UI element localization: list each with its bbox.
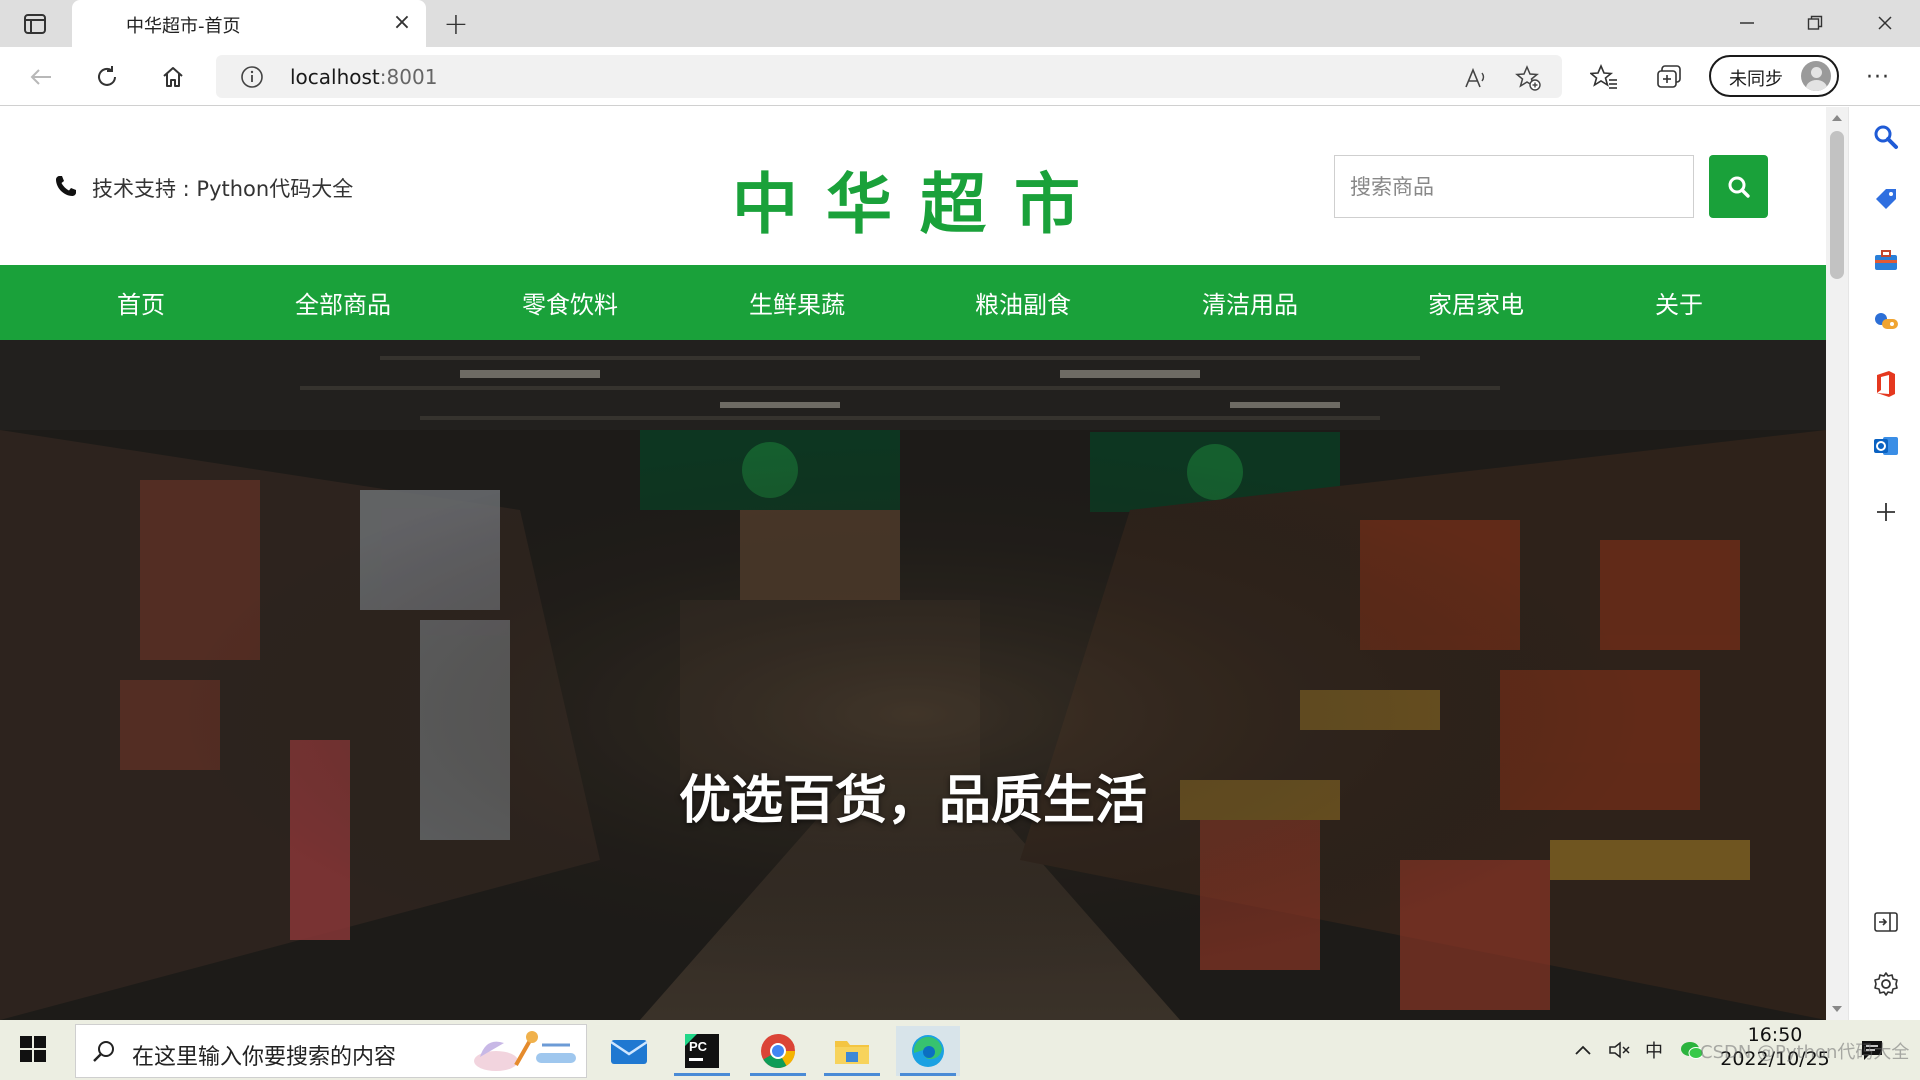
hero-banner: 优选百货，品质生活 [0,340,1826,1020]
search-highlight-illustration-icon [466,1029,581,1077]
taskbar-search-placeholder: 在这里输入你要搜索的内容 [132,1045,397,1070]
taskbar-search-box[interactable]: 在这里输入你要搜索的内容 [75,1024,587,1078]
taskbar-chrome-icon[interactable] [746,1026,810,1076]
input-method-indicator[interactable]: 中 [1642,1038,1666,1062]
minimize-window-icon[interactable] [1722,6,1772,40]
scroll-up-arrow-icon[interactable] [1832,115,1842,121]
new-tab-icon[interactable]: + [440,7,472,42]
scroll-down-arrow-icon[interactable] [1832,1006,1842,1012]
taskbar-edge-icon[interactable] [896,1026,960,1076]
scroll-thumb[interactable] [1830,131,1844,279]
games-icon[interactable] [1871,307,1901,337]
office-icon[interactable] [1871,369,1901,399]
search-button[interactable] [1709,155,1768,218]
page-viewport: 技术支持 : Python代码大全 中华超市 首页 全部商品 零食饮料 生鲜果蔬… [0,107,1826,1020]
sync-status-label: 未同步 [1729,69,1783,90]
product-search-input[interactable] [1335,156,1693,217]
phone-icon [54,174,78,202]
address-bar[interactable]: localhost:8001 [216,55,1562,98]
site-header: 技术支持 : Python代码大全 中华超市 [0,107,1826,265]
running-indicator [824,1073,880,1076]
nav-item-snacks-drinks[interactable]: 零食饮料 [522,285,618,320]
add-sidebar-app-icon[interactable] [1871,497,1901,527]
hero-caption: 优选百货，品质生活 [678,771,1147,831]
nav-item-home-appliances[interactable]: 家居家电 [1428,285,1524,320]
windows-start-icon[interactable] [20,1036,48,1064]
home-icon[interactable] [156,60,190,94]
nav-item-all-products[interactable]: 全部商品 [295,285,391,320]
browser-tab-active[interactable]: 中华超市-首页 × [72,0,426,47]
tools-briefcase-icon[interactable] [1871,245,1901,275]
hide-sidebar-icon[interactable] [1871,907,1901,937]
site-info-icon[interactable] [240,65,264,89]
support-text: 技术支持 : Python代码大全 [92,177,354,201]
windows-taskbar: 在这里输入你要搜索的内容 PC 中 16:50 2022/10/25 [0,1020,1920,1080]
taskbar-pycharm-icon[interactable]: PC [670,1026,734,1076]
nav-item-cleaning[interactable]: 清洁用品 [1202,285,1298,320]
taskbar-file-explorer-icon[interactable] [820,1026,884,1076]
svg-text:PC: PC [689,1039,708,1054]
add-favorite-icon[interactable] [1514,64,1542,92]
refresh-icon[interactable] [90,60,124,94]
url-port: :8001 [379,65,438,89]
tray-overflow-chevron-icon[interactable] [1571,1038,1595,1062]
main-navigation: 首页 全部商品 零食饮料 生鲜果蔬 粮油副食 清洁用品 家居家电 关于 [0,265,1826,340]
read-aloud-icon[interactable] [1462,64,1490,92]
taskbar-search-icon [92,1039,116,1067]
back-icon[interactable] [24,60,58,94]
collections-icon[interactable] [1654,61,1686,93]
product-search-box [1334,155,1694,218]
more-menu-icon[interactable]: ··· [1862,61,1894,93]
avatar [1801,61,1831,91]
browser-tab-strip: 中华超市-首页 × + [0,0,1920,47]
sidebar-search-icon[interactable] [1871,122,1901,152]
running-indicator [750,1073,806,1076]
nav-item-fresh-produce[interactable]: 生鲜果蔬 [749,285,845,320]
restore-window-icon[interactable] [1790,6,1840,40]
tab-title: 中华超市-首页 [126,16,241,37]
site-logo-title[interactable]: 中华超市 [732,151,1108,247]
url-host: localhost [290,65,380,89]
support-info: 技术支持 : Python代码大全 [54,173,353,203]
shopping-tag-icon[interactable] [1871,184,1901,214]
nav-item-about[interactable]: 关于 [1655,285,1703,320]
profile-button[interactable]: 未同步 [1709,55,1839,97]
close-tab-icon[interactable]: × [392,10,412,35]
running-indicator [900,1073,956,1076]
outlook-icon[interactable] [1871,431,1901,461]
tab-actions-icon[interactable] [20,10,50,38]
volume-muted-icon[interactable] [1608,1038,1632,1062]
browser-sidebar [1848,107,1920,1020]
close-window-icon[interactable] [1860,6,1910,40]
favorites-icon[interactable] [1588,61,1620,93]
search-icon [1728,176,1750,198]
nav-item-home[interactable]: 首页 [117,285,165,320]
settings-gear-icon[interactable] [1871,969,1901,999]
address-url[interactable]: localhost:8001 [290,65,437,89]
page-scrollbar[interactable] [1826,107,1848,1020]
csdn-watermark: CSDN @Python代码大全 [1700,1042,1910,1063]
browser-toolbar: localhost:8001 未同步 ··· [0,47,1920,106]
nav-item-grain-oil[interactable]: 粮油副食 [975,285,1071,320]
taskbar-mail-icon[interactable] [597,1026,661,1076]
supermarket-aisle-photo [0,340,1826,1020]
running-indicator [674,1073,730,1076]
